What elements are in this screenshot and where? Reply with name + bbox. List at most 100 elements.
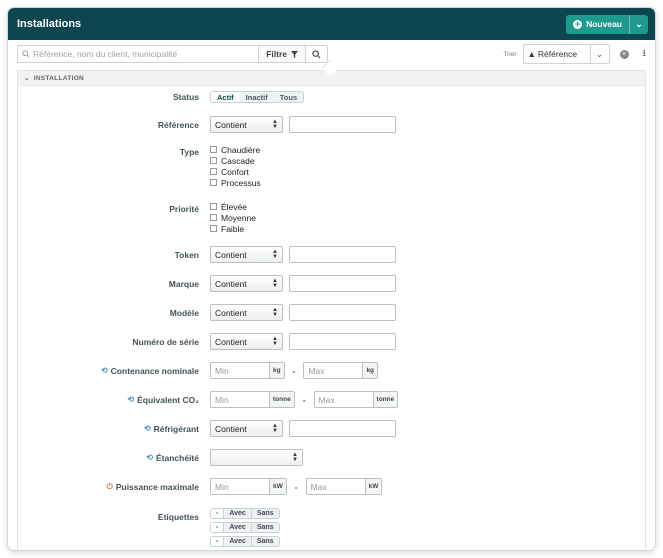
- new-button-label: Nouveau: [586, 19, 622, 29]
- export-icon[interactable]: ⭳: [643, 46, 647, 63]
- puissance-max-input[interactable]: Max: [307, 479, 365, 494]
- sort-label: Trier: [503, 50, 517, 58]
- checkbox[interactable]: [210, 157, 217, 164]
- updown-icon: ▲ ▼: [272, 335, 278, 347]
- contenance-min[interactable]: Min kg: [210, 362, 285, 379]
- new-button[interactable]: + Nouveau ⌄: [566, 14, 648, 34]
- numero-operator-select[interactable]: Contient ▲ ▼: [210, 333, 283, 350]
- checkbox[interactable]: [210, 168, 217, 175]
- filter-form: Status Actif Inactif Tous Référence Cont…: [18, 86, 645, 550]
- contenance-min-input[interactable]: Min: [211, 363, 269, 378]
- sort-value-label: Référence: [537, 49, 578, 59]
- etiquette-option-none[interactable]: -: [211, 537, 224, 546]
- puissance-min[interactable]: Min kW: [210, 478, 287, 495]
- power-icon: ⏻: [106, 481, 113, 491]
- etiquette-option-none[interactable]: -: [211, 523, 224, 532]
- equivalent-max[interactable]: Max tonne: [313, 391, 399, 408]
- etiquette-option-avec[interactable]: Avec: [223, 523, 252, 532]
- search-button[interactable]: [305, 46, 327, 62]
- puissance-label-text: Puissance maximale: [115, 481, 199, 492]
- new-button-main[interactable]: + Nouveau: [566, 14, 630, 34]
- modele-operator-select[interactable]: Contient ▲ ▼: [210, 304, 283, 321]
- status-option-tous[interactable]: Tous: [274, 92, 303, 102]
- numero-row: Numéro de série Contient ▲ ▼: [18, 333, 645, 350]
- refrigerant-operator-value: Contient: [215, 423, 247, 434]
- equivalent-max-input[interactable]: Max: [315, 392, 373, 407]
- type-option-processus[interactable]: Processus: [210, 177, 261, 188]
- priorite-option-moyenne[interactable]: Moyenne: [210, 213, 256, 223]
- puissance-min-input[interactable]: Min: [211, 479, 269, 494]
- status-toggle: Actif Inactif Tous: [210, 91, 305, 103]
- search-icon: [22, 50, 30, 58]
- equivalent-min-input[interactable]: Min: [211, 392, 269, 407]
- checkbox[interactable]: [210, 225, 217, 232]
- equivalent-min[interactable]: Min tonne: [210, 391, 295, 408]
- range-dash: -: [292, 365, 296, 376]
- chevron-down-icon[interactable]: ⌄: [589, 45, 609, 63]
- page-title: Installations: [17, 18, 82, 30]
- range-dash: -: [302, 394, 306, 405]
- etiquette-option-avec[interactable]: Avec: [223, 537, 252, 546]
- etancheite-select[interactable]: ▲ ▼: [210, 449, 303, 466]
- etancheite-label: ⟲ Étanchéité: [146, 453, 199, 463]
- marque-operator-select[interactable]: Contient ▲ ▼: [210, 275, 283, 292]
- etiquette-option-sans[interactable]: Sans: [252, 537, 279, 546]
- unit-label: tonne: [269, 392, 294, 407]
- priorite-option-elevee[interactable]: Élevée: [210, 202, 256, 212]
- sort-select[interactable]: ▲ Référence ⌄: [522, 44, 610, 64]
- updown-icon: ▲ ▼: [272, 248, 278, 260]
- updown-icon: ▲ ▼: [272, 306, 278, 318]
- contenance-max[interactable]: Max kg: [303, 362, 379, 379]
- reference-operator-select[interactable]: Contient ▲ ▼: [210, 116, 283, 133]
- puissance-row: ⏻ Puissance maximale Min kW - Max kW: [18, 478, 645, 495]
- equivalent-row: ⟲ Équivalent CO₂ Min tonne - Max tonne: [18, 391, 645, 408]
- chevron-down-icon[interactable]: ⌄: [630, 15, 648, 34]
- contenance-max-input[interactable]: Max: [304, 363, 362, 378]
- modele-row: Modèle Contient ▲ ▼: [18, 304, 645, 321]
- priorite-option-label: Faible: [221, 223, 245, 234]
- modele-operator-value: Contient: [215, 307, 247, 318]
- etiquette-toggle: - Avec Sans: [210, 536, 280, 547]
- status-option-actif[interactable]: Actif: [211, 92, 240, 102]
- checkbox[interactable]: [210, 203, 217, 210]
- marque-label: Marque: [168, 278, 199, 289]
- etiquette-option-sans[interactable]: Sans: [252, 509, 279, 518]
- status-option-inactif[interactable]: Inactif: [240, 92, 274, 102]
- filter-panel: ⌄ INSTALLATION Status Actif Inactif Tous…: [17, 70, 646, 550]
- priorite-row: Priorité Élevée Moyenne Faible: [18, 202, 645, 235]
- reference-input[interactable]: [289, 116, 396, 133]
- updown-icon: ▲ ▼: [272, 118, 278, 130]
- etiquette-option-avec[interactable]: Avec: [223, 509, 252, 518]
- modele-input[interactable]: [289, 304, 396, 321]
- filter-button[interactable]: Filtre: [258, 46, 305, 62]
- type-option-cascade[interactable]: Cascade: [210, 155, 261, 166]
- checkbox[interactable]: [210, 179, 217, 186]
- chevron-down-icon: ⌄: [24, 75, 30, 82]
- search-placeholder: Référence, nom du client, municipalité: [33, 49, 178, 59]
- puissance-max[interactable]: Max kW: [305, 478, 383, 495]
- marque-operator-value: Contient: [215, 278, 247, 289]
- clear-sort-icon[interactable]: ×: [619, 49, 629, 59]
- status-label: Status: [173, 92, 199, 102]
- type-option-confort[interactable]: Confort: [210, 166, 261, 177]
- token-input[interactable]: [289, 246, 396, 263]
- marque-input[interactable]: [289, 275, 396, 292]
- refrigerant-operator-select[interactable]: Contient ▲ ▼: [210, 420, 283, 437]
- token-operator-select[interactable]: Contient ▲ ▼: [210, 246, 283, 263]
- search-input[interactable]: Référence, nom du client, municipalité: [18, 46, 258, 62]
- type-option-chaudiere[interactable]: Chaudière: [210, 145, 261, 155]
- contenance-row: ⟲ Contenance nominale Min kg - Max kg: [18, 362, 645, 379]
- type-option-label: Processus: [221, 177, 261, 188]
- checkbox[interactable]: [210, 214, 217, 221]
- priorite-option-faible[interactable]: Faible: [210, 223, 256, 234]
- etiquette-option-sans[interactable]: Sans: [252, 523, 279, 532]
- reference-operator-value: Contient: [215, 119, 247, 130]
- numero-input[interactable]: [289, 333, 396, 350]
- type-option-label: Cascade: [221, 155, 255, 166]
- refrigerant-input[interactable]: [289, 420, 396, 437]
- type-option-label: Confort: [221, 166, 249, 177]
- unit-label: kg: [362, 363, 378, 378]
- checkbox[interactable]: [210, 146, 217, 153]
- etiquette-option-none[interactable]: -: [211, 509, 224, 518]
- sort-value: ▲ Référence: [524, 45, 590, 63]
